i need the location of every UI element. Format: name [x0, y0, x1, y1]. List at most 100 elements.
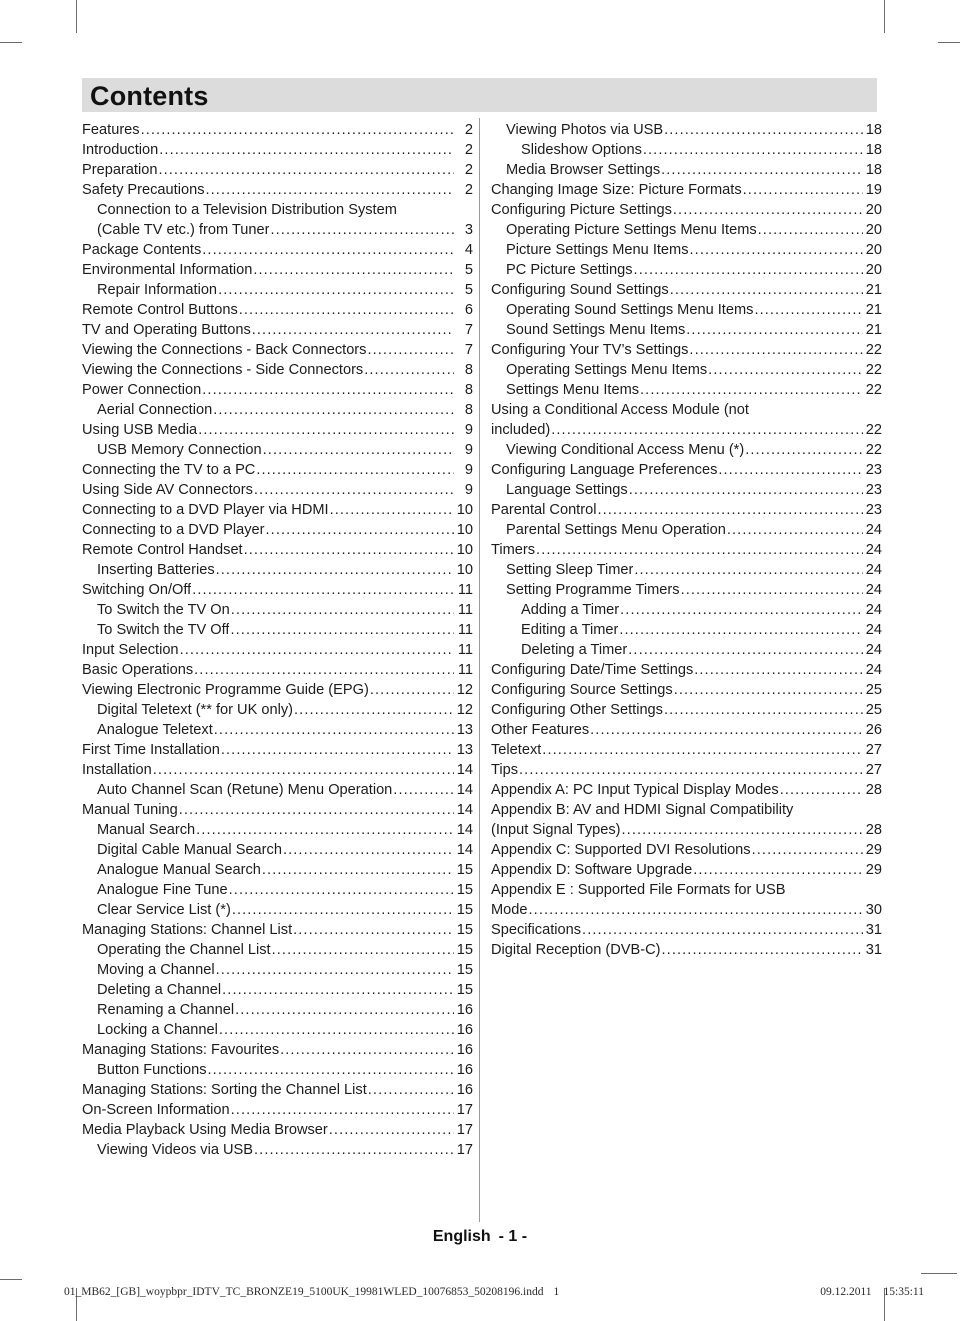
toc-entry[interactable]: Introduction............................… — [82, 140, 473, 160]
toc-entry[interactable]: Connection to a Television Distribution … — [82, 200, 473, 240]
toc-entry[interactable]: Language Settings.......................… — [491, 480, 882, 500]
toc-entry[interactable]: Appendix E : Supported File Formats for … — [491, 880, 882, 920]
toc-entry-page-number: 23 — [865, 502, 882, 518]
toc-entry[interactable]: Configuring Language Preferences........… — [491, 460, 882, 480]
toc-entry-title: To Switch the TV On — [97, 602, 230, 618]
toc-entry[interactable]: Other Features..........................… — [491, 720, 882, 740]
toc-entry[interactable]: Slideshow Options.......................… — [491, 140, 882, 160]
toc-entry[interactable]: Configuring Other Settings..............… — [491, 700, 882, 720]
toc-leader-dots: ........................................… — [294, 702, 454, 718]
toc-entry[interactable]: Connecting the TV to a PC...............… — [82, 460, 473, 480]
toc-entry[interactable]: Sound Settings Menu Items...............… — [491, 320, 882, 340]
toc-entry[interactable]: Viewing the Connections - Side Connector… — [82, 360, 473, 380]
toc-entry[interactable]: On-Screen Information...................… — [82, 1100, 473, 1120]
toc-entry[interactable]: Appendix D: Software Upgrade............… — [491, 860, 882, 880]
toc-entry[interactable]: Parental Control........................… — [491, 500, 882, 520]
toc-entry[interactable]: Digital Cable Manual Search.............… — [82, 840, 473, 860]
toc-entry[interactable]: Using USB Media.........................… — [82, 420, 473, 440]
toc-entry[interactable]: Viewing the Connections - Back Connector… — [82, 340, 473, 360]
toc-entry[interactable]: Manual Search...........................… — [82, 820, 473, 840]
toc-entry[interactable]: Operating Sound Settings Menu Items.....… — [491, 300, 882, 320]
toc-entry[interactable]: Viewing Electronic Programme Guide (EPG)… — [82, 680, 473, 700]
toc-entry[interactable]: Renaming a Channel......................… — [82, 1000, 473, 1020]
toc-entry[interactable]: First Time Installation.................… — [82, 740, 473, 760]
toc-entry[interactable]: Preparation.............................… — [82, 160, 473, 180]
toc-leader-dots: ........................................… — [694, 662, 863, 678]
toc-entry[interactable]: Deleting a Channel......................… — [82, 980, 473, 1000]
toc-entry[interactable]: Operating the Channel List..............… — [82, 940, 473, 960]
toc-entry[interactable]: Tips....................................… — [491, 760, 882, 780]
toc-entry[interactable]: Installation............................… — [82, 760, 473, 780]
toc-entry[interactable]: Remote Control Handset..................… — [82, 540, 473, 560]
toc-entry[interactable]: USB Memory Connection...................… — [82, 440, 473, 460]
toc-entry[interactable]: Configuring Sound Settings..............… — [491, 280, 882, 300]
toc-entry[interactable]: Setting Programme Timers................… — [491, 580, 882, 600]
toc-entry[interactable]: Digital Teletext (** for UK only).......… — [82, 700, 473, 720]
toc-entry[interactable]: Configuring Source Settings.............… — [491, 680, 882, 700]
toc-entry[interactable]: Power Connection........................… — [82, 380, 473, 400]
toc-entry[interactable]: Using Side AV Connectors................… — [82, 480, 473, 500]
toc-entry[interactable]: Manual Tuning...........................… — [82, 800, 473, 820]
toc-entry[interactable]: To Switch the TV On.....................… — [82, 600, 473, 620]
toc-entry[interactable]: PC Picture Settings.....................… — [491, 260, 882, 280]
toc-entry[interactable]: Changing Image Size: Picture Formats....… — [491, 180, 882, 200]
toc-entry[interactable]: Setting Sleep Timer.....................… — [491, 560, 882, 580]
toc-entry[interactable]: Digital Reception (DVB-C)...............… — [491, 940, 882, 960]
toc-entry[interactable]: Moving a Channel........................… — [82, 960, 473, 980]
toc-entry[interactable]: Analogue Teletext.......................… — [82, 720, 473, 740]
toc-entry[interactable]: Using a Conditional Access Module (not in… — [491, 400, 882, 440]
toc-entry[interactable]: Managing Stations: Sorting the Channel L… — [82, 1080, 473, 1100]
toc-entry[interactable]: Button Functions........................… — [82, 1060, 473, 1080]
toc-entry[interactable]: Configuring Your TV’s Settings..........… — [491, 340, 882, 360]
toc-entry[interactable]: Connecting to a DVD Player..............… — [82, 520, 473, 540]
toc-entry[interactable]: Deleting a Timer........................… — [491, 640, 882, 660]
toc-entry[interactable]: Configuring Picture Settings............… — [491, 200, 882, 220]
toc-leader-dots: ........................................… — [528, 902, 863, 918]
toc-entry[interactable]: Connecting to a DVD Player via HDMI.....… — [82, 500, 473, 520]
toc-entry-title-line1: Using a Conditional Access Module (not — [491, 402, 749, 418]
toc-entry[interactable]: Analogue Fine Tune......................… — [82, 880, 473, 900]
toc-entry-page-number: 31 — [865, 922, 882, 938]
toc-entry[interactable]: Safety Precautions......................… — [82, 180, 473, 200]
crop-mark-top-left-horizontal — [0, 42, 22, 43]
toc-entry[interactable]: Aerial Connection.......................… — [82, 400, 473, 420]
toc-entry[interactable]: Timers..................................… — [491, 540, 882, 560]
toc-entry[interactable]: Features................................… — [82, 120, 473, 140]
toc-entry[interactable]: Managing Stations: Favourites...........… — [82, 1040, 473, 1060]
toc-entry-title: Using USB Media — [82, 422, 198, 438]
toc-entry[interactable]: Operating Picture Settings Menu Items...… — [491, 220, 882, 240]
toc-entry[interactable]: To Switch the TV Off....................… — [82, 620, 473, 640]
toc-entry[interactable]: Operating Settings Menu Items...........… — [491, 360, 882, 380]
toc-entry-page-number: 19 — [865, 182, 882, 198]
toc-entry[interactable]: Analogue Manual Search..................… — [82, 860, 473, 880]
toc-entry[interactable]: Switching On/Off........................… — [82, 580, 473, 600]
toc-entry[interactable]: Package Contents........................… — [82, 240, 473, 260]
toc-entry[interactable]: Locking a Channel.......................… — [82, 1020, 473, 1040]
toc-entry[interactable]: Picture Settings Menu Items.............… — [491, 240, 882, 260]
toc-entry[interactable]: Appendix C: Supported DVI Resolutions...… — [491, 840, 882, 860]
toc-entry[interactable]: Environmental Information...............… — [82, 260, 473, 280]
toc-entry[interactable]: Appendix A: PC Input Typical Display Mod… — [491, 780, 882, 800]
toc-entry[interactable]: Appendix B: AV and HDMI Signal Compatibi… — [491, 800, 882, 840]
toc-entry[interactable]: Teletext................................… — [491, 740, 882, 760]
toc-entry[interactable]: Repair Information......................… — [82, 280, 473, 300]
toc-entry[interactable]: Viewing Conditional Access Menu (*).....… — [491, 440, 882, 460]
toc-entry[interactable]: Configuring Date/Time Settings..........… — [491, 660, 882, 680]
toc-entry[interactable]: Specifications..........................… — [491, 920, 882, 940]
toc-entry[interactable]: Basic Operations........................… — [82, 660, 473, 680]
toc-entry[interactable]: Viewing Videos via USB..................… — [82, 1140, 473, 1160]
toc-entry[interactable]: Editing a Timer.........................… — [491, 620, 882, 640]
toc-entry[interactable]: Input Selection.........................… — [82, 640, 473, 660]
toc-entry[interactable]: Parental Settings Menu Operation........… — [491, 520, 882, 540]
toc-entry[interactable]: Adding a Timer..........................… — [491, 600, 882, 620]
toc-entry[interactable]: Auto Channel Scan (Retune) Menu Operatio… — [82, 780, 473, 800]
toc-entry[interactable]: Media Playback Using Media Browser......… — [82, 1120, 473, 1140]
toc-entry[interactable]: Settings Menu Items.....................… — [491, 380, 882, 400]
toc-entry[interactable]: Clear Service List (*)..................… — [82, 900, 473, 920]
toc-entry[interactable]: TV and Operating Buttons................… — [82, 320, 473, 340]
toc-entry[interactable]: Inserting Batteries.....................… — [82, 560, 473, 580]
toc-entry[interactable]: Viewing Photos via USB..................… — [491, 120, 882, 140]
toc-entry[interactable]: Remote Control Buttons..................… — [82, 300, 473, 320]
toc-entry[interactable]: Managing Stations: Channel List.........… — [82, 920, 473, 940]
toc-entry[interactable]: Media Browser Settings..................… — [491, 160, 882, 180]
